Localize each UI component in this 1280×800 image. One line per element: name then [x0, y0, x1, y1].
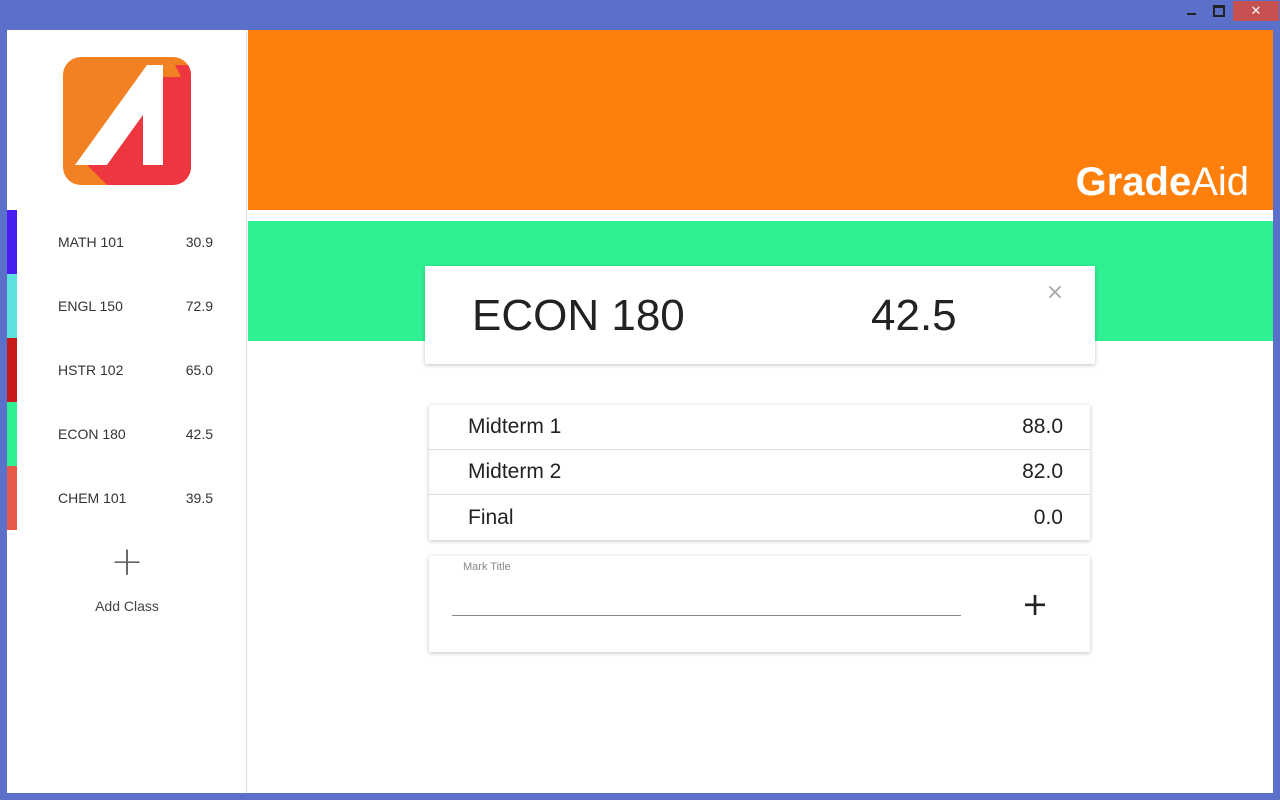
app-window: ✕ MATH 101 30.9 ENGL 150 72.9 HSTR 102 6…: [0, 0, 1280, 800]
header-banner: GradeAid: [248, 30, 1273, 210]
app-client-area: MATH 101 30.9 ENGL 150 72.9 HSTR 102 65.…: [7, 30, 1273, 793]
class-name: ENGL 150: [58, 298, 123, 314]
main-content: GradeAid ECON 180 42.5 × Midterm 1 88.0 …: [248, 30, 1273, 793]
class-item[interactable]: ENGL 150 72.9: [7, 274, 247, 338]
marks-list: Midterm 1 88.0 Midterm 2 82.0 Final 0.0: [429, 405, 1090, 540]
mark-value: 88.0: [1022, 415, 1063, 438]
mark-row[interactable]: Final 0.0: [429, 495, 1090, 540]
class-color-stripe: [7, 466, 17, 530]
selected-class-grade: 42.5: [871, 291, 957, 340]
class-name: HSTR 102: [58, 362, 124, 378]
minimize-icon[interactable]: [1178, 1, 1204, 21]
close-icon[interactable]: ×: [1044, 282, 1066, 304]
mark-title-label: Mark Title: [463, 561, 511, 573]
class-grade: 72.9: [185, 298, 213, 314]
class-item[interactable]: CHEM 101 39.5: [7, 466, 247, 530]
class-name: CHEM 101: [58, 490, 127, 506]
sidebar: MATH 101 30.9 ENGL 150 72.9 HSTR 102 65.…: [7, 30, 247, 793]
class-grade: 30.9: [185, 234, 213, 250]
class-item[interactable]: MATH 101 30.9: [7, 210, 247, 274]
add-mark-button[interactable]: +: [1019, 588, 1051, 620]
maximize-icon[interactable]: [1205, 1, 1232, 21]
gradeaid-logo-icon: [63, 57, 191, 185]
mark-value: 82.0: [1022, 460, 1063, 483]
selected-class-card: ECON 180 42.5 ×: [425, 266, 1095, 364]
class-color-stripe: [7, 210, 17, 274]
class-name: MATH 101: [58, 234, 124, 250]
mark-title: Midterm 1: [468, 415, 562, 438]
add-mark-card: Mark Title +: [429, 556, 1090, 652]
class-color-stripe: [7, 402, 17, 466]
add-class-button[interactable]: + Add Class: [67, 542, 187, 622]
mark-row[interactable]: Midterm 1 88.0: [429, 405, 1090, 450]
class-name: ECON 180: [58, 426, 126, 442]
class-grade: 39.5: [185, 490, 213, 506]
title-bar: ✕: [0, 0, 1280, 30]
class-item[interactable]: ECON 180 42.5: [7, 402, 247, 466]
class-item[interactable]: HSTR 102 65.0: [7, 338, 247, 402]
mark-title-input[interactable]: [452, 586, 961, 616]
class-grade: 42.5: [185, 426, 213, 442]
class-color-stripe: [7, 338, 17, 402]
add-class-label: Add Class: [95, 598, 159, 614]
brand-light-text: Aid: [1191, 160, 1249, 204]
mark-row[interactable]: Midterm 2 82.0: [429, 450, 1090, 495]
plus-icon: +: [110, 539, 144, 585]
class-grade: 65.0: [185, 362, 213, 378]
close-window-button[interactable]: ✕: [1233, 1, 1279, 21]
class-list: MATH 101 30.9 ENGL 150 72.9 HSTR 102 65.…: [7, 210, 247, 530]
selected-class-name: ECON 180: [472, 291, 685, 340]
mark-title: Midterm 2: [468, 460, 562, 483]
class-color-stripe: [7, 274, 17, 338]
app-brand: GradeAid: [1076, 158, 1249, 206]
brand-bold-text: Grade: [1075, 160, 1192, 204]
mark-value: 0.0: [1033, 505, 1063, 529]
mark-title: Final: [468, 505, 514, 529]
